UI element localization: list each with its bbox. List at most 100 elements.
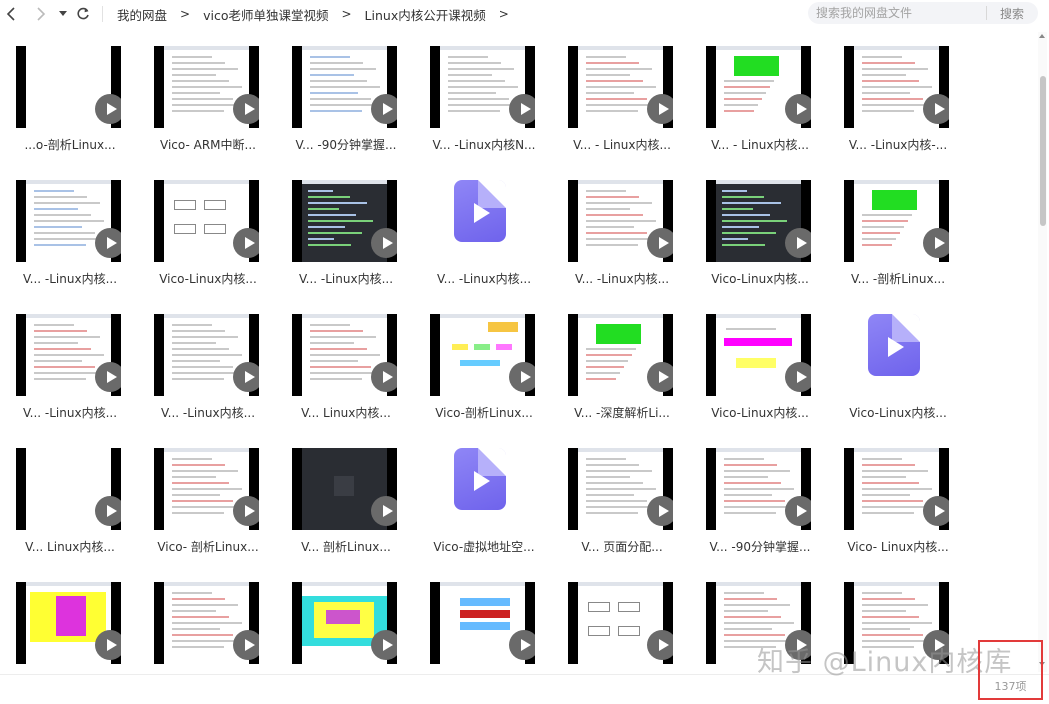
play-icon[interactable] [647, 228, 673, 258]
thumbnail-text-line [172, 488, 242, 490]
scroll-thumb[interactable] [1040, 76, 1046, 226]
refresh-button[interactable] [72, 3, 94, 25]
search-button[interactable]: 搜索 [987, 5, 1037, 22]
play-icon[interactable] [233, 94, 259, 124]
thumbnail-toolbar [854, 180, 939, 184]
file-tile[interactable]: Vico- 剖析Linux... [138, 436, 259, 561]
file-tile[interactable] [414, 570, 535, 674]
play-icon[interactable] [509, 630, 535, 660]
play-icon[interactable] [647, 496, 673, 526]
thumbnail-text-line [172, 360, 220, 362]
breadcrumb-item-vico[interactable]: vico老师单独课堂视频 [203, 5, 328, 24]
play-icon[interactable] [371, 496, 397, 526]
file-tile[interactable]: V... 剖析Linux... [276, 436, 397, 561]
breadcrumb-separator[interactable]: > [499, 7, 509, 21]
play-icon[interactable] [785, 94, 811, 124]
file-tile[interactable]: V... -Linux内核... [138, 302, 259, 427]
file-name: V... -Linux内核... [574, 272, 670, 286]
play-icon[interactable] [233, 362, 259, 392]
thumbnail-toolbar [716, 180, 801, 184]
file-tile[interactable]: V... -深度解析Li... [552, 302, 673, 427]
play-icon[interactable] [233, 630, 259, 660]
play-icon[interactable] [647, 362, 673, 392]
file-tile[interactable]: Vico-Linux内核... [690, 168, 811, 293]
file-tile[interactable]: V... - Linux内核... [552, 34, 673, 159]
file-tile[interactable]: V... -剖析Linux... [828, 168, 949, 293]
play-icon[interactable] [647, 630, 673, 660]
vertical-scrollbar[interactable] [1038, 32, 1047, 672]
back-button[interactable] [0, 3, 22, 25]
file-tile[interactable]: V... Linux内核... [276, 302, 397, 427]
play-icon[interactable] [233, 496, 259, 526]
play-icon[interactable] [647, 94, 673, 124]
file-name: V... - Linux内核... [573, 138, 671, 152]
thumbnail-text-line [586, 354, 632, 356]
thumbnail-text-line [34, 348, 91, 350]
file-tile[interactable]: V... -90分钟掌握... [690, 436, 811, 561]
search-input[interactable] [808, 6, 986, 20]
play-icon[interactable] [95, 496, 121, 526]
thumbnail-text-line [586, 512, 638, 514]
file-tile[interactable]: Vico-剖析Linux... [414, 302, 535, 427]
play-icon[interactable] [509, 362, 535, 392]
play-icon[interactable] [785, 496, 811, 526]
file-tile[interactable]: V... - Linux内核... [690, 34, 811, 159]
play-icon[interactable] [371, 228, 397, 258]
file-tile[interactable]: ...o-剖析Linux... [0, 34, 121, 159]
thumbnail-text-line [586, 62, 639, 64]
file-tile[interactable]: Vico-Linux内核... [690, 302, 811, 427]
file-tile[interactable]: Vico-Linux内核... [138, 168, 259, 293]
play-icon[interactable] [95, 228, 121, 258]
thumbnail-text-line [724, 494, 772, 496]
file-tile[interactable]: V... -Linux内核... [414, 168, 534, 293]
file-tile[interactable]: Vico-虚拟地址空... [414, 436, 535, 561]
nav-divider [102, 6, 103, 22]
thumbnail-text-line [310, 74, 354, 76]
video-thumbnail [568, 46, 673, 128]
breadcrumb-item-root[interactable]: 我的网盘 [117, 5, 167, 24]
file-tile[interactable]: Vico- ARM中断... [138, 34, 259, 159]
file-tile[interactable]: V... -Linux内核... [552, 168, 673, 293]
top-navigation-bar: 我的网盘 > vico老师单独课堂视频 > Linux内核公开课视频 > 搜索 [0, 0, 1049, 28]
file-tile[interactable] [138, 570, 259, 674]
play-icon[interactable] [233, 228, 259, 258]
play-icon[interactable] [371, 94, 397, 124]
file-tile[interactable]: V... -Linux内核... [0, 302, 121, 427]
file-tile[interactable] [0, 570, 121, 674]
forward-button[interactable] [30, 3, 52, 25]
play-icon[interactable] [785, 362, 811, 392]
play-icon[interactable] [95, 362, 121, 392]
history-dropdown-button[interactable] [56, 3, 70, 25]
file-tile[interactable] [276, 570, 397, 674]
play-icon[interactable] [923, 496, 949, 526]
thumbnail-text-line [310, 324, 350, 326]
file-name: ...o-剖析Linux... [24, 138, 116, 152]
play-icon[interactable] [371, 630, 397, 660]
play-icon[interactable] [923, 228, 949, 258]
file-tile[interactable]: V... -Linux内核... [276, 168, 397, 293]
file-tile[interactable]: V... -Linux内核... [0, 168, 121, 293]
file-tile[interactable]: V... Linux内核... [0, 436, 121, 561]
breadcrumb-item-linux-kernel[interactable]: Linux内核公开课视频 [365, 5, 486, 24]
file-tile[interactable]: V... -90分钟掌握... [276, 34, 397, 159]
file-tile[interactable]: V... -Linux内核N... [414, 34, 536, 159]
thumbnail-text-line [722, 232, 776, 234]
play-icon[interactable] [785, 228, 811, 258]
thumbnail-toolbar [578, 582, 663, 586]
file-tile[interactable]: V... -Linux内核-... [828, 34, 949, 159]
thumbnail-block [460, 598, 510, 606]
play-icon[interactable] [371, 362, 397, 392]
file-tile[interactable]: Vico- Linux内核... [828, 436, 949, 561]
file-tile[interactable] [552, 570, 673, 674]
thumbnail-text-line [310, 348, 367, 350]
video-thumbnail [154, 448, 259, 530]
play-icon[interactable] [95, 630, 121, 660]
play-icon[interactable] [509, 94, 535, 124]
file-tile[interactable]: V... 页面分配... [552, 436, 673, 561]
thumbnail-diagram-box [618, 602, 640, 612]
thumbnail-text-line [586, 372, 620, 374]
file-tile[interactable]: Vico-Linux内核... [828, 302, 948, 427]
play-icon[interactable] [95, 94, 121, 124]
play-icon[interactable] [923, 94, 949, 124]
scroll-up-icon[interactable] [1039, 34, 1045, 38]
